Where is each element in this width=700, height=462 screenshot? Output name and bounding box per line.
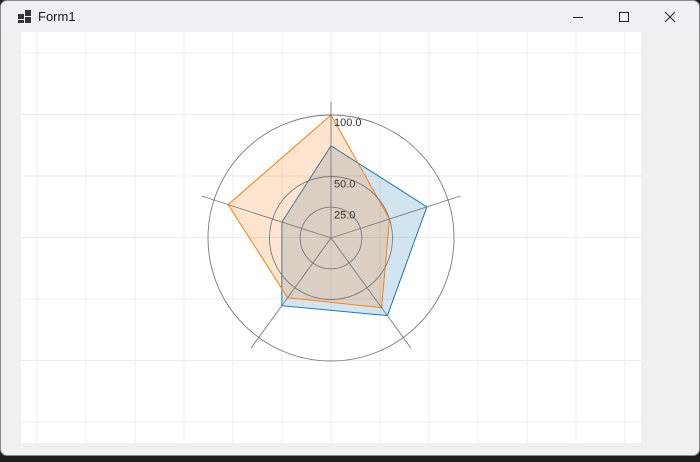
- radar-chart: 25.0 50.0 100.0: [21, 32, 641, 443]
- chart-area[interactable]: 25.0 50.0 100.0: [21, 32, 641, 443]
- maximize-icon: [619, 11, 629, 22]
- window-title: Form1: [38, 9, 76, 24]
- minimize-button[interactable]: [555, 1, 601, 32]
- ring-label: 100.0: [334, 117, 362, 129]
- title-bar[interactable]: Form1: [1, 1, 699, 32]
- close-icon: [664, 11, 676, 22]
- ring-label: 50.0: [334, 179, 355, 191]
- close-button[interactable]: [647, 1, 693, 32]
- minimize-icon: [573, 16, 583, 18]
- app-icon: [18, 10, 31, 23]
- series-layer: [227, 114, 428, 317]
- app-window: Form1 25.0 50.0 100.0: [0, 0, 700, 456]
- ring-label: 25.0: [334, 209, 355, 221]
- maximize-button[interactable]: [601, 1, 647, 32]
